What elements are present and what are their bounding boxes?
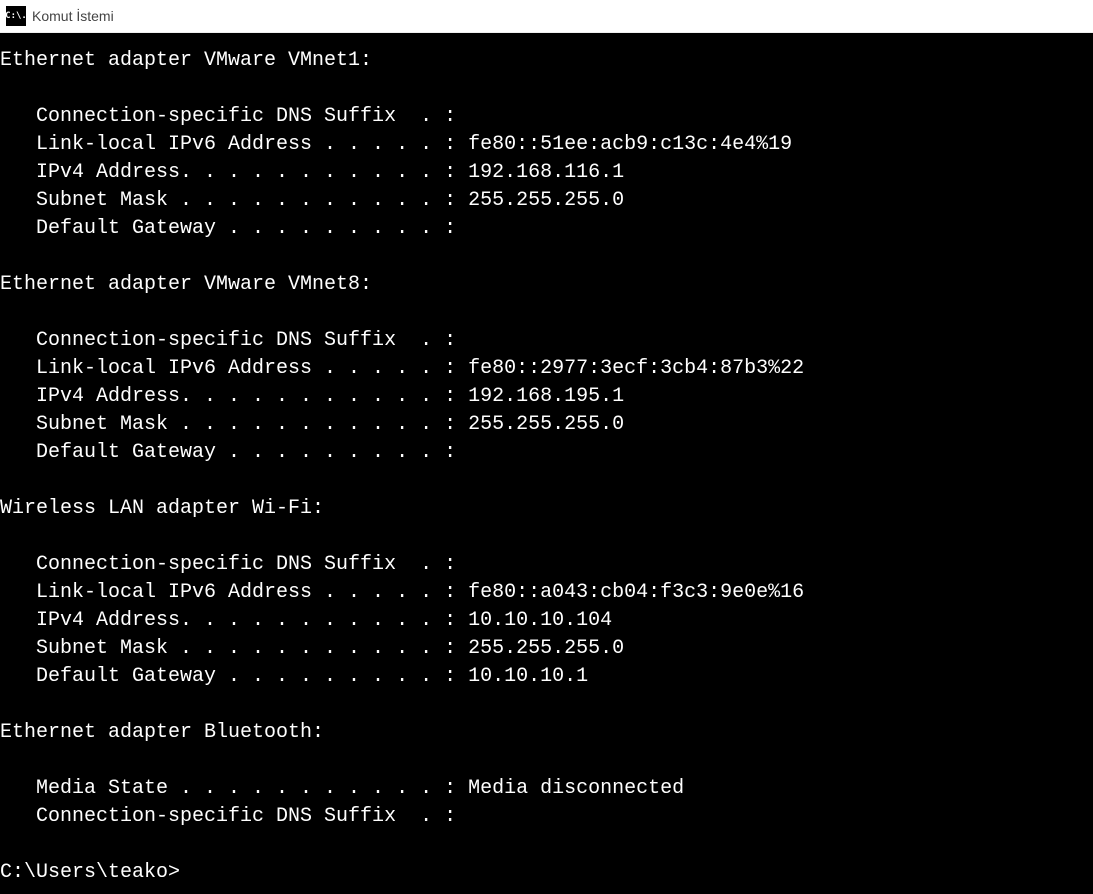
terminal-output[interactable]: Ethernet adapter VMware VMnet1: Connecti… (0, 33, 1093, 894)
command-prompt-icon-text: C:\. (5, 12, 27, 21)
window-title: Komut İstemi (32, 8, 114, 24)
command-prompt-icon: C:\. (6, 6, 26, 26)
command-prompt-window: C:\. Komut İstemi Ethernet adapter VMwar… (0, 0, 1093, 894)
titlebar[interactable]: C:\. Komut İstemi (0, 0, 1093, 33)
